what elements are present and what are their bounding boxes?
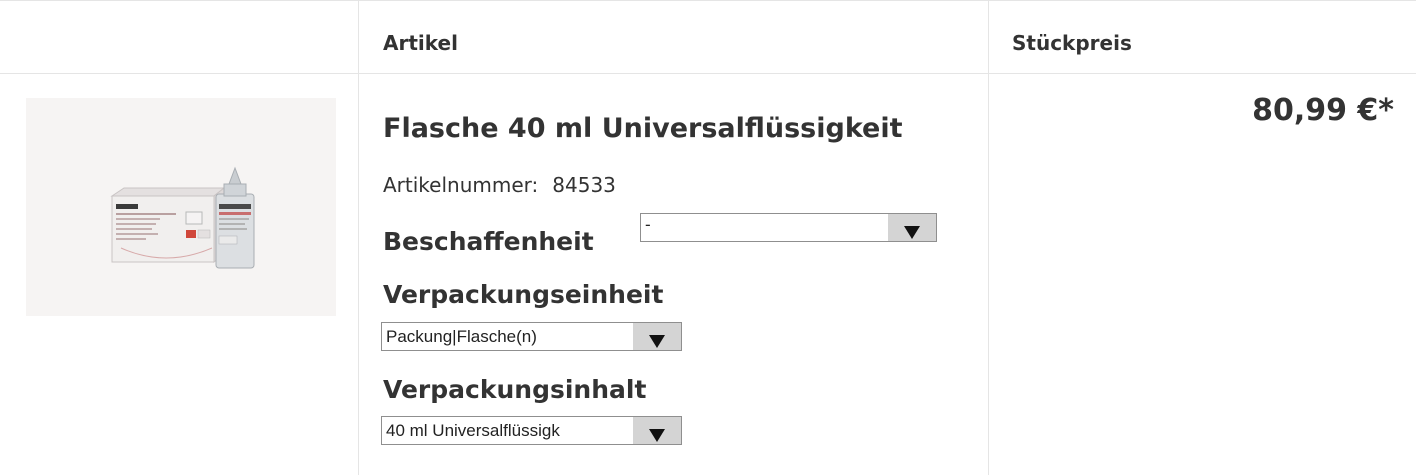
- beschaffenheit-dropdown-button[interactable]: [888, 214, 936, 241]
- verpackungseinheit-label: Verpackungseinheit: [383, 280, 664, 309]
- verpackungsinhalt-label: Verpackungsinhalt: [383, 375, 647, 404]
- chevron-down-icon: [649, 335, 665, 348]
- verpackungseinheit-dropdown-button[interactable]: [633, 323, 681, 350]
- product-image[interactable]: [26, 98, 336, 316]
- beschaffenheit-label: Beschaffenheit: [383, 227, 594, 256]
- chevron-down-icon: [649, 429, 665, 442]
- verpackungseinheit-select[interactable]: Packung|Flasche(n): [381, 322, 682, 351]
- article-number-row: Artikelnummer: 84533: [383, 173, 616, 197]
- beschaffenheit-select[interactable]: -: [640, 213, 937, 242]
- verpackungsinhalt-selected-value: 40 ml Universalflüssigk: [386, 421, 560, 440]
- verpackungseinheit-selected-value: Packung|Flasche(n): [386, 327, 537, 346]
- verpackungsinhalt-dropdown-button[interactable]: [633, 417, 681, 444]
- column-header-article: Artikel: [383, 31, 458, 55]
- article-number-label: Artikelnummer:: [383, 173, 539, 197]
- product-title[interactable]: Flasche 40 ml Universalflüssigkeit: [383, 113, 903, 144]
- header-divider: [0, 73, 1416, 74]
- chevron-down-icon: [904, 226, 920, 239]
- column-header-unit-price: Stückpreis: [1012, 31, 1132, 55]
- cart-table: Artikel Stückpreis Flasche 40 ml Univers…: [0, 0, 1416, 475]
- article-number-value: 84533: [552, 173, 616, 197]
- beschaffenheit-selected-value: -: [645, 215, 651, 234]
- product-bottle-box-icon: [110, 166, 255, 269]
- verpackungsinhalt-select[interactable]: 40 ml Universalflüssigk: [381, 416, 682, 445]
- unit-price: 80,99 €*: [1252, 93, 1394, 128]
